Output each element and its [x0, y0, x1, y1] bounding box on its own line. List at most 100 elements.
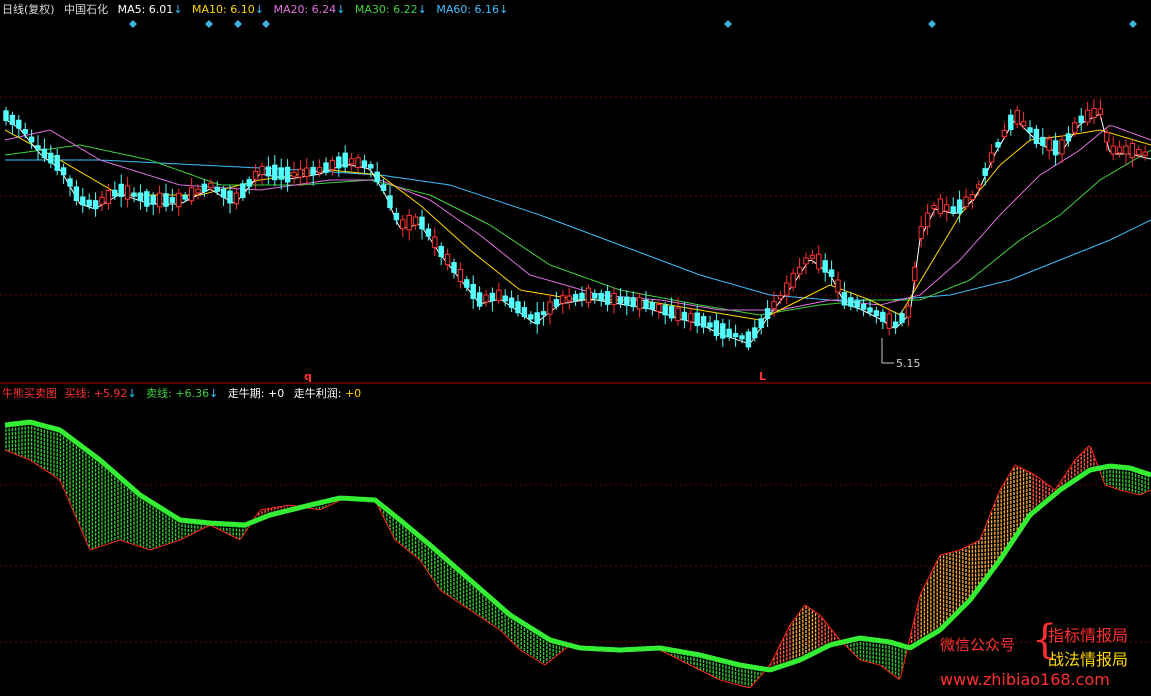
candlesticks[interactable] [3, 99, 1148, 351]
marker-l: L [759, 370, 766, 383]
candle-body [905, 305, 912, 318]
low-price-marker: 5.15 [881, 338, 921, 370]
candle-body [1116, 146, 1123, 154]
candle-body [476, 292, 483, 307]
candle-body [470, 283, 476, 300]
candle-body [48, 152, 54, 164]
candle-body [860, 303, 867, 310]
candle-body [886, 313, 892, 329]
candle-body [35, 145, 41, 150]
candle-body [489, 292, 496, 302]
candle-body [387, 195, 393, 209]
candle-body [1033, 128, 1040, 144]
candle-body [195, 188, 201, 194]
candle-body [598, 292, 604, 301]
candle-body [732, 333, 739, 338]
candle-body [1104, 131, 1110, 143]
candle-body [976, 184, 982, 189]
candle-body [124, 185, 131, 200]
candle-body [918, 226, 924, 240]
watermark-line2: 战法情报局 [1048, 650, 1129, 669]
candle-body [444, 253, 451, 266]
candle-body [1142, 151, 1148, 156]
candle-body [873, 310, 880, 317]
candle-body [1129, 142, 1136, 159]
candle-body [400, 219, 406, 230]
candle-body [995, 142, 1001, 148]
candle-body [848, 297, 854, 307]
candle-body [931, 204, 937, 210]
candle-body [246, 179, 252, 187]
candle-body [1078, 115, 1084, 124]
candle-body [771, 301, 777, 309]
candle-body [240, 183, 246, 198]
candle-body [579, 292, 585, 300]
signal-diamond [928, 20, 936, 28]
candle-body [406, 215, 412, 231]
candle-body [438, 245, 444, 258]
watermark-line1: 指标情报局 [1048, 626, 1129, 645]
candle-body [259, 165, 265, 175]
candle-body [1027, 127, 1033, 133]
candle-body [252, 171, 259, 180]
signal-diamond [234, 20, 242, 28]
candle-body [950, 206, 956, 213]
candle-body [937, 198, 944, 215]
signal-diamond [724, 20, 732, 28]
candle-body [566, 295, 572, 302]
candle-body [310, 166, 316, 176]
candle-body [822, 260, 828, 273]
chart-canvas[interactable]: 5.15 q L [0, 0, 1151, 696]
candle-body [924, 212, 931, 228]
candle-body [572, 293, 579, 301]
candle-body [956, 199, 963, 214]
bull-period-value: 走牛期: +0 [227, 387, 285, 400]
candle-body [636, 297, 643, 310]
candle-body [54, 154, 60, 171]
signal-diamond [205, 20, 213, 28]
candle-body [342, 152, 348, 168]
candle-body [419, 216, 425, 230]
candle-body [131, 192, 137, 197]
candle-body [214, 186, 220, 192]
candle-body [451, 262, 457, 273]
candle-body [681, 311, 688, 321]
candle-body [553, 299, 560, 307]
signal-diamond [1129, 20, 1137, 28]
candle-body [496, 289, 502, 301]
candle-body [105, 189, 112, 204]
candle-body [560, 295, 566, 304]
candle-body [809, 254, 816, 259]
candle-body [713, 320, 720, 337]
candle-body [963, 196, 969, 207]
candle-body [150, 195, 156, 205]
candle-body [835, 279, 841, 293]
candle-body [278, 167, 284, 180]
candle-body [176, 192, 182, 208]
candle-body [1046, 138, 1052, 151]
candle-body [700, 316, 707, 328]
candle-body [3, 110, 9, 122]
candle-body [304, 167, 310, 177]
indicator-name[interactable]: 牛熊买卖图 [2, 387, 57, 400]
candle-body [22, 129, 28, 134]
candle-body [188, 187, 195, 202]
candle-body [982, 168, 988, 176]
candle-body [867, 307, 873, 313]
candle-body [144, 191, 150, 207]
candle-body [169, 197, 176, 203]
candle-body [233, 192, 240, 205]
candle-body [163, 193, 169, 207]
ma20-line [4, 125, 1151, 311]
candle-body [892, 321, 899, 328]
candle-body [80, 196, 86, 206]
candle-body [726, 328, 732, 338]
candle-body [92, 200, 99, 210]
candle-body [649, 302, 656, 310]
candle-body [220, 188, 227, 198]
candle-body [988, 152, 995, 163]
candle-body [720, 323, 726, 339]
candle-body [739, 335, 745, 340]
candle-body [592, 292, 598, 299]
candle-body [944, 204, 950, 212]
